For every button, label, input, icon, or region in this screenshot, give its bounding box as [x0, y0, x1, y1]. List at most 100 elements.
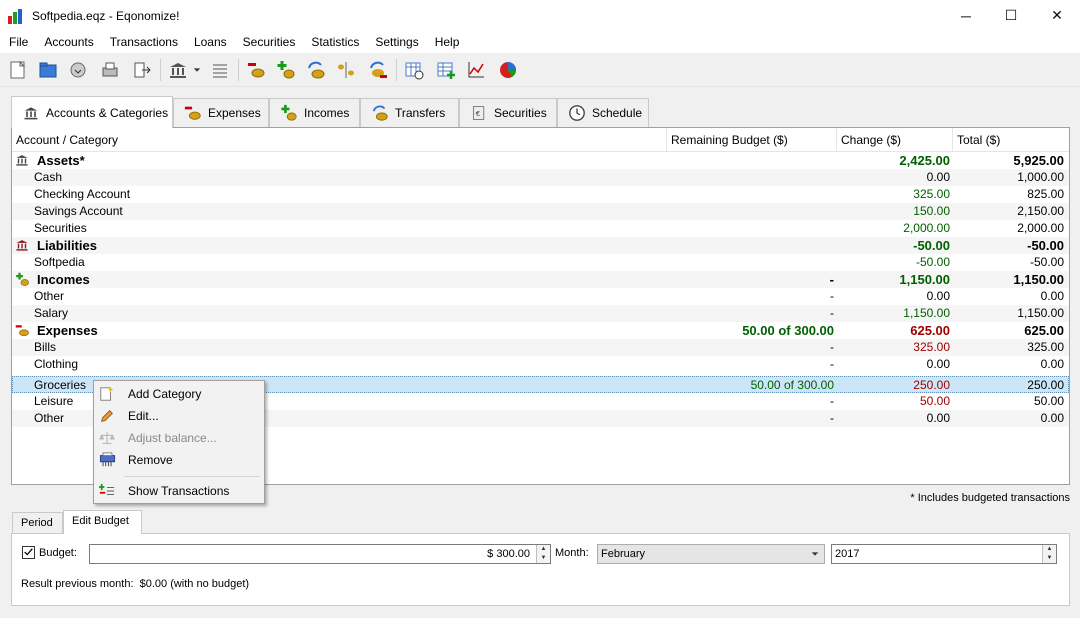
tab-transfers[interactable]: Transfers: [360, 98, 459, 127]
col-account-category[interactable]: Account / Category: [12, 128, 667, 151]
year-spinner[interactable]: ▲ ▼: [1042, 545, 1056, 563]
row-remaining-budget: -: [830, 411, 834, 425]
table-row[interactable]: Expenses 50.00 of 300.00 625.00 625.00: [12, 322, 1069, 339]
tab-period[interactable]: Period: [12, 512, 63, 533]
row-name: Savings Account: [34, 204, 123, 218]
row-name: Cash: [34, 170, 63, 184]
show-transactions-menu-item[interactable]: Show Transactions: [94, 480, 264, 502]
menu-item-label: Add Category: [128, 387, 202, 401]
minimize-button[interactable]: ─: [943, 0, 989, 31]
menu-file[interactable]: File: [1, 31, 36, 53]
col-change[interactable]: Change ($): [837, 128, 953, 151]
split-icon[interactable]: [334, 58, 358, 82]
table-row[interactable]: Savings Account 150.00 2,150.00: [12, 203, 1069, 220]
table-row[interactable]: Cash 0.00 1,000.00: [12, 169, 1069, 186]
remove-menu-item[interactable]: Remove: [94, 449, 264, 471]
row-name: Other: [34, 411, 65, 425]
row-change: -50.00: [913, 238, 950, 253]
tab-accounts-categories[interactable]: Accounts & Categories: [11, 96, 173, 128]
tab-schedule[interactable]: Schedule: [557, 98, 649, 127]
spin-up-icon[interactable]: ▲: [537, 545, 550, 554]
menu-securities[interactable]: Securities: [235, 31, 304, 53]
row-change: 0.00: [926, 411, 950, 425]
edit-menu-item[interactable]: Edit...: [94, 405, 264, 427]
row-total: 2,000.00: [1017, 221, 1064, 235]
print-icon[interactable]: [98, 58, 122, 82]
row-change: 2,425.00: [899, 153, 950, 168]
tab-label: Securities: [494, 106, 547, 120]
row-change: 1,150.00: [903, 306, 950, 320]
row-remaining-budget: -: [830, 340, 834, 354]
pencil-icon: [99, 408, 116, 424]
row-total: 1,150.00: [1013, 272, 1064, 287]
table-row[interactable]: Securities 2,000.00 2,000.00: [12, 220, 1069, 237]
table-row[interactable]: Clothing - 0.00 0.00: [12, 356, 1069, 373]
maximize-button[interactable]: ☐: [988, 0, 1034, 31]
pie-chart-icon[interactable]: [496, 58, 520, 82]
tab-securities[interactable]: € Securities: [459, 98, 557, 127]
row-name: Liabilities: [37, 238, 97, 253]
row-name: Expenses: [37, 323, 98, 338]
add-category-menu-item[interactable]: Add Category: [94, 383, 264, 405]
table-icon[interactable]: [434, 58, 458, 82]
schedule-icon[interactable]: [402, 58, 426, 82]
table-row[interactable]: Assets* 2,425.00 5,925.00: [12, 152, 1069, 169]
year-value: 2017: [835, 548, 860, 560]
table-row[interactable]: Salary - 1,150.00 1,150.00: [12, 305, 1069, 322]
toolbar: [0, 53, 1080, 87]
menu-transactions[interactable]: Transactions: [102, 31, 186, 53]
tab-label: Schedule: [592, 106, 643, 120]
budget-amount-field[interactable]: $ 300.00 ▲ ▼: [89, 544, 551, 564]
dropdown-arrow-icon[interactable]: [190, 58, 204, 82]
menu-statistics[interactable]: Statistics: [303, 31, 367, 53]
row-remaining-budget: -: [830, 306, 834, 320]
row-name: Salary: [34, 306, 69, 320]
menu-help[interactable]: Help: [427, 31, 468, 53]
balance-icon[interactable]: [208, 58, 232, 82]
menu-item-label: Edit...: [128, 409, 159, 423]
row-remaining-budget: -: [830, 289, 834, 303]
tab-edit-budget[interactable]: Edit Budget: [63, 510, 142, 534]
month-select[interactable]: February: [597, 544, 825, 564]
row-name: Groceries: [34, 378, 87, 392]
new-income-icon[interactable]: [274, 58, 298, 82]
tab-incomes[interactable]: Incomes: [269, 98, 360, 127]
income-icon: [15, 272, 31, 287]
row-total: 5,925.00: [1013, 153, 1064, 168]
table-row[interactable]: Liabilities -50.00 -50.00: [12, 237, 1069, 254]
menu-item-label: Remove: [128, 453, 173, 467]
budget-checkbox[interactable]: [22, 546, 35, 559]
menu-accounts[interactable]: Accounts: [36, 31, 101, 53]
open-file-icon[interactable]: [36, 58, 60, 82]
new-file-icon[interactable]: [6, 58, 30, 82]
col-remaining-budget[interactable]: Remaining Budget ($): [667, 128, 837, 151]
menu-settings[interactable]: Settings: [367, 31, 426, 53]
year-field[interactable]: 2017 ▲ ▼: [831, 544, 1057, 564]
table-row[interactable]: Bills - 325.00 325.00: [12, 339, 1069, 356]
exit-icon[interactable]: [130, 58, 154, 82]
row-change: 625.00: [910, 323, 950, 338]
save-file-icon[interactable]: [66, 58, 90, 82]
window-title: Softpedia.eqz - Eqonomize!: [32, 8, 180, 23]
col-total[interactable]: Total ($): [953, 128, 1069, 151]
table-row[interactable]: Checking Account 325.00 825.00: [12, 186, 1069, 203]
spin-down-icon[interactable]: ▼: [1043, 554, 1056, 563]
table-row[interactable]: Incomes - 1,150.00 1,150.00: [12, 271, 1069, 288]
edit-icon[interactable]: [366, 58, 390, 82]
table-row[interactable]: Other - 0.00 0.00: [12, 288, 1069, 305]
bank-icon[interactable]: [166, 58, 190, 82]
menu-loans[interactable]: Loans: [186, 31, 235, 53]
result-previous-month: Result previous month: $0.00 (with no bu…: [21, 578, 250, 590]
budget-spinner[interactable]: ▲ ▼: [536, 545, 550, 563]
line-chart-icon[interactable]: [464, 58, 488, 82]
new-expense-icon[interactable]: [244, 58, 268, 82]
new-transfer-icon[interactable]: [304, 58, 328, 82]
row-name: Assets*: [37, 153, 85, 168]
spin-down-icon[interactable]: ▼: [537, 554, 550, 563]
spin-up-icon[interactable]: ▲: [1043, 545, 1056, 554]
budget-label: Budget:: [39, 547, 77, 559]
table-row[interactable]: Softpedia -50.00 -50.00: [12, 254, 1069, 271]
row-name: Softpedia: [34, 255, 85, 269]
tab-expenses[interactable]: Expenses: [173, 98, 269, 127]
close-button[interactable]: ✕: [1034, 0, 1080, 31]
